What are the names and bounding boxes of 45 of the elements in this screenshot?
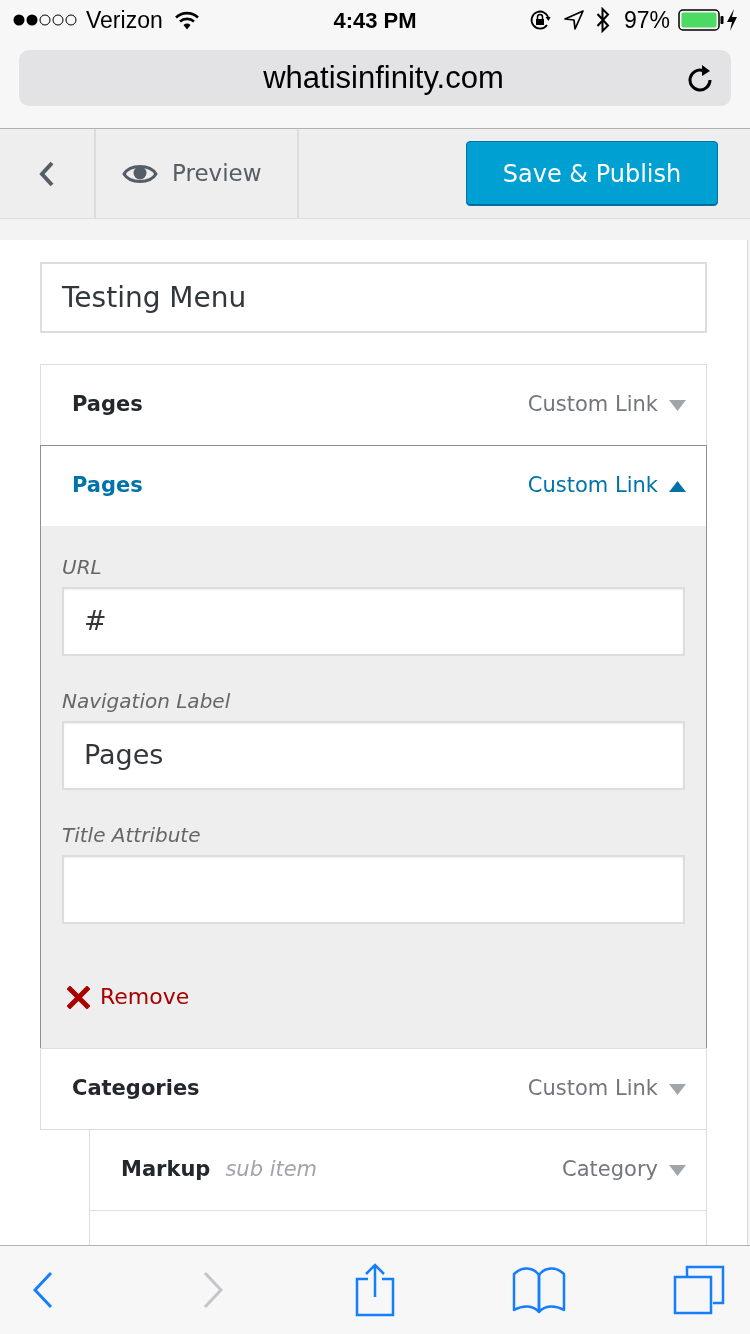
text-field[interactable]: Pages [62,721,685,790]
battery-percentage: 97% [623,5,670,35]
signal-strength-icon [13,14,79,26]
chevron-left-icon [39,160,55,187]
text-field[interactable]: # [62,587,685,656]
sub-item-note: sub item [225,1156,318,1184]
orientation-lock-icon [528,9,551,31]
menu-item-title: Categories [72,1075,200,1103]
charging-bolt-icon [727,9,737,31]
carrier-name: Verizon [86,5,163,35]
menu-item-type: Custom Link [527,1075,658,1103]
caret-down-icon [669,1164,686,1176]
menu-name-field[interactable]: Testing Menu [40,262,707,333]
caret-down-icon [669,1083,686,1095]
chevron-left-icon [33,1271,53,1309]
share-icon [355,1263,395,1317]
text-field[interactable] [62,855,685,924]
caret-up-icon [669,480,686,492]
menu-item[interactable]: Categories Custom Link [40,1048,707,1130]
battery-icon [678,9,724,31]
reload-icon[interactable] [688,64,714,92]
chevron-right-icon [203,1271,223,1309]
bluetooth-icon [595,7,610,33]
field-label: Title Attribute [62,822,202,849]
book-icon [512,1266,566,1314]
status-time: 4:43 PM [333,6,417,35]
field-label: URL [62,554,103,581]
menu-item[interactable]: Markup sub item Category [89,1129,707,1211]
field-label: Navigation Label [62,688,232,715]
menu-item-type: Category [562,1156,658,1184]
address-bar[interactable]: whatisinfinity.com [19,50,731,106]
menu-item-title: Pages [72,472,143,500]
menu-item[interactable]: Pages Custom Link [40,364,707,446]
menu-item-title: Pages [72,391,143,419]
wifi-icon [173,10,200,30]
caret-down-icon [669,399,686,411]
tabs-icon [673,1265,725,1315]
url-text: whatisinfinity.com [262,58,505,97]
menu-item-type: Custom Link [527,472,658,500]
remove-link[interactable]: Remove [62,980,190,1014]
close-icon [67,985,90,1009]
menu-item[interactable]: Pages Custom Link URL # Navigation Label Pages Title Attribute Remove [40,445,707,1049]
menu-item-type: Custom Link [527,391,658,419]
menu-item-title: Markup [121,1156,211,1184]
location-arrow-icon [563,10,584,30]
